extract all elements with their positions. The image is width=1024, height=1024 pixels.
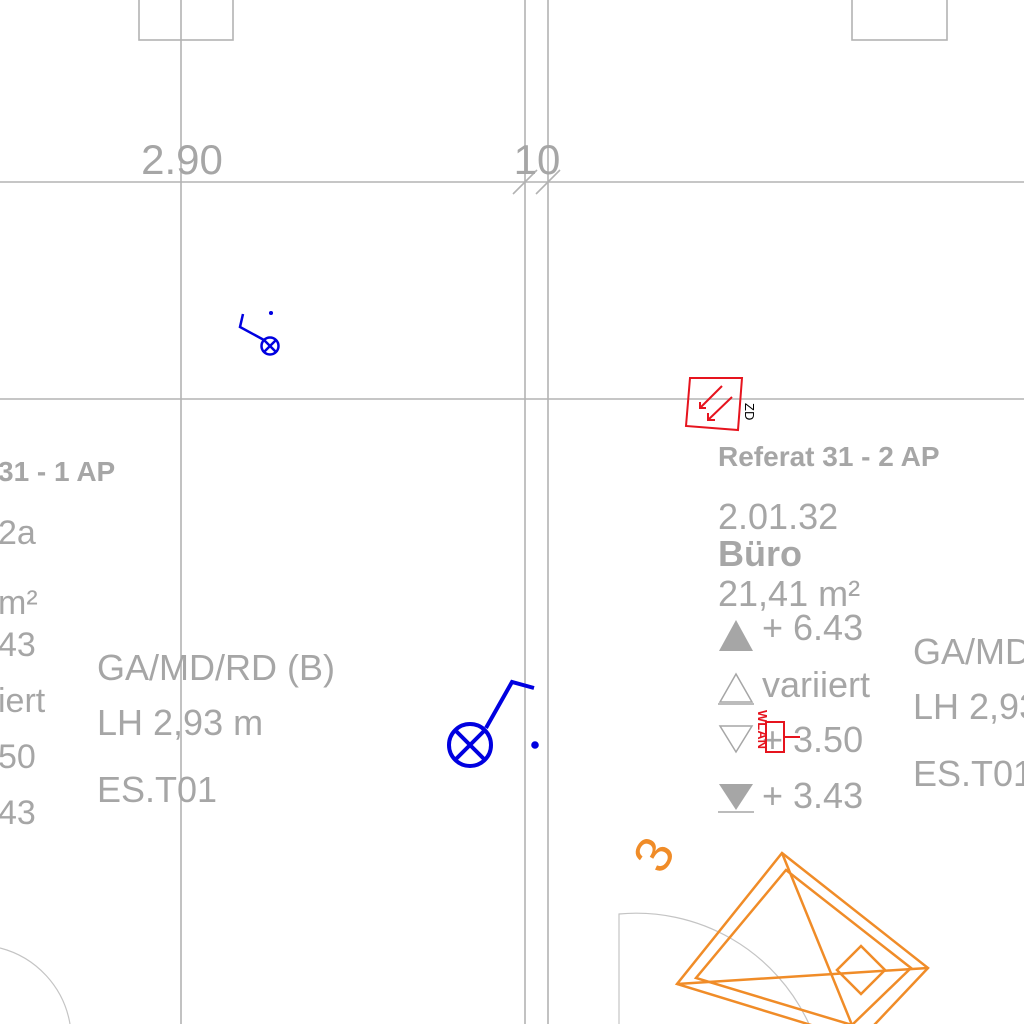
left-spec-line-1: GA/MD/RD (B) — [97, 647, 335, 688]
left-room-title: 31 - 1 AP — [0, 456, 115, 487]
column-outline-right — [851, 0, 948, 41]
door-swing-arc-right — [618, 912, 810, 1024]
right-room-level-mid: + 3.50 — [762, 719, 863, 760]
left-room-level-3: 50 — [0, 738, 36, 776]
dimension-label-right: 10 — [514, 136, 561, 183]
level-top-triangle-icon — [719, 620, 753, 651]
left-room-area: m² — [0, 584, 38, 622]
dimension-label-left: 2.90 — [141, 136, 223, 183]
right-spec-line-2: LH 2,93 — [913, 686, 1024, 727]
right-room-level-variiert: variiert — [762, 664, 870, 705]
right-spec-line-3: ES.T01 — [913, 753, 1024, 794]
right-room-number: 2.01.32 — [718, 496, 838, 537]
right-room-level-top: + 6.43 — [762, 607, 863, 648]
level-varies-triangle-icon — [718, 672, 754, 703]
level-bottom-triangle-icon — [719, 784, 753, 810]
wlan-label: WLAN — [755, 710, 770, 749]
left-spec-line-3: ES.T01 — [97, 769, 217, 810]
door-swing-arc-left — [0, 947, 71, 1024]
stair-label: 3 — [622, 828, 687, 882]
floor-outlet-icon-small — [238, 310, 280, 356]
right-room-name: Büro — [718, 533, 802, 574]
right-room-level-bottom: + 3.43 — [762, 775, 863, 816]
left-room-level-4: 43 — [0, 794, 36, 832]
left-room-level-2: iert — [0, 682, 46, 720]
left-spec-line-2: LH 2,93 m — [97, 702, 263, 743]
level-mid-triangle-icon — [718, 725, 754, 754]
floor-plan-canvas: 2.90 10 31 - 1 AP 2a m² 43 iert 50 43 GA… — [0, 0, 1024, 1024]
right-spec-line-1: GA/MD — [913, 631, 1024, 672]
left-room-level-1: 43 — [0, 626, 36, 664]
column-outline-left — [138, 0, 234, 41]
floor-outlet-icon-large — [447, 679, 539, 768]
left-room-number: 2a — [0, 514, 36, 552]
smoke-detector-icon — [684, 377, 744, 432]
right-room-title: Referat 31 - 2 AP — [718, 441, 940, 472]
stair-shaft-symbol — [674, 851, 930, 1024]
smoke-detector-label: ZD — [742, 403, 757, 420]
